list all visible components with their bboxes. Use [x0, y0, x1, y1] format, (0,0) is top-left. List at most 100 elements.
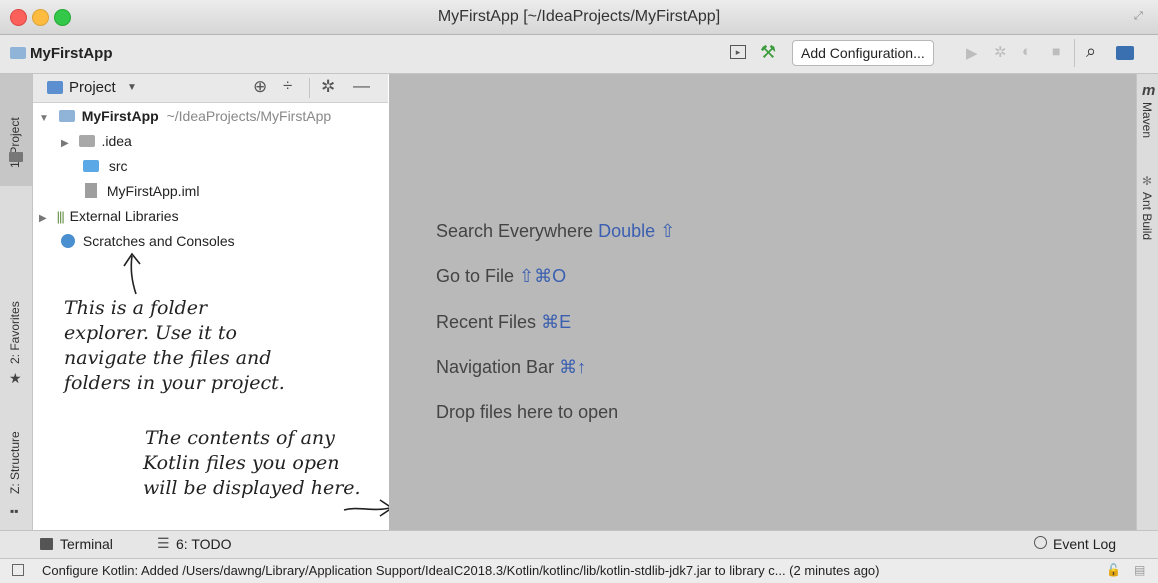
- annotation-line: This is a folder: [64, 297, 208, 319]
- folder-icon: [9, 152, 23, 162]
- annotation-line: The contents of any: [145, 427, 335, 449]
- todo-icon: ☰: [157, 535, 170, 551]
- module-folder-icon: [58, 110, 75, 122]
- annotation-line: Kotlin files you open: [143, 452, 340, 474]
- tip-label: Drop files here to open: [436, 402, 619, 422]
- collapsed-arrow-icon[interactable]: ▶: [61, 138, 69, 149]
- annotation-arrow-up: [123, 252, 141, 295]
- event-log-icon: [1034, 536, 1047, 549]
- debug-icon[interactable]: ✲: [994, 43, 1007, 61]
- tip-label: Recent Files: [436, 312, 537, 332]
- tip-shortcut: ⇧⌘O: [519, 266, 567, 286]
- bottom-tool-bar: Terminal ☰ 6: TODO Event Log: [0, 530, 1158, 559]
- expand-arrow-icon[interactable]: ▼: [39, 113, 49, 124]
- annotation-kotlin-files: The contents of any Kotlin files you ope…: [143, 426, 361, 501]
- project-folder-icon: [10, 47, 26, 59]
- stop-icon[interactable]: ■: [1052, 43, 1060, 59]
- tree-row-idea[interactable]: ▶ .idea: [61, 133, 132, 149]
- idea-folder: .idea: [101, 133, 132, 149]
- root-name: MyFirstApp: [81, 108, 159, 124]
- tip-label: Navigation Bar: [436, 357, 555, 377]
- star-icon: ★: [9, 370, 22, 386]
- tip-go-to-file: Go to File ⇧⌘O: [436, 266, 566, 287]
- collapse-all-icon[interactable]: ÷: [283, 76, 292, 96]
- annotation-folder-explorer: This is a folder explorer. Use it to nav…: [64, 296, 285, 396]
- annotation-arrow-right: [343, 499, 394, 517]
- tab-ant-build-label: Ant Build: [1140, 192, 1154, 241]
- tab-todo[interactable]: 6: TODO: [176, 536, 232, 552]
- project-panel-header: Project ▼ ⊕ ÷ ✲ —: [33, 74, 388, 103]
- gear-icon[interactable]: ✲: [321, 77, 335, 97]
- scratches-and-consoles: Scratches and Consoles: [82, 233, 235, 249]
- collapsed-arrow-icon[interactable]: ▶: [39, 213, 47, 224]
- search-icon[interactable]: ⌕: [1086, 41, 1096, 62]
- project-view-icon: [47, 81, 63, 94]
- annotation-line: will be displayed here.: [143, 477, 361, 499]
- tree-row-iml[interactable]: MyFirstApp.iml: [85, 183, 199, 199]
- run-icon[interactable]: ▶: [966, 44, 978, 62]
- tip-shortcut: Double ⇧: [598, 221, 676, 241]
- iml-file-icon: [85, 183, 97, 198]
- tree-row-scratches[interactable]: Scratches and Consoles: [61, 233, 235, 249]
- add-configuration-button[interactable]: Add Configuration...: [792, 40, 934, 66]
- tip-search-everywhere: Search Everywhere Double ⇧: [436, 221, 675, 242]
- tab-maven[interactable]: m Maven: [1137, 74, 1158, 164]
- tree-row-root[interactable]: ▼ MyFirstApp ~/IdeaProjects/MyFirstApp: [39, 108, 331, 124]
- tab-structure-label: Z: Structure: [8, 431, 22, 494]
- tab-structure[interactable]: Z: Structure ▪▪: [0, 404, 32, 524]
- tip-label: Search Everywhere: [436, 221, 594, 241]
- external-libraries: External Libraries: [69, 208, 179, 224]
- build-hammer-icon[interactable]: ⚒: [760, 42, 776, 63]
- coverage-icon[interactable]: ◐: [1022, 43, 1031, 60]
- tab-project[interactable]: 1: Project: [0, 74, 32, 186]
- locate-icon[interactable]: ⊕: [253, 77, 267, 97]
- breadcrumb-project[interactable]: MyFirstApp: [30, 45, 113, 62]
- memory-icon[interactable]: ▤: [1134, 563, 1145, 577]
- root-path: ~/IdeaProjects/MyFirstApp: [166, 108, 332, 124]
- source-folder-icon: [83, 160, 99, 172]
- folder-icon: [78, 135, 95, 147]
- status-bar: Configure Kotlin: Added /Users/dawng/Lib…: [0, 558, 1158, 583]
- project-structure-icon[interactable]: [1116, 46, 1134, 60]
- lock-icon[interactable]: 🔓: [1106, 563, 1121, 577]
- right-tool-strip: m Maven ✻ Ant Build: [1136, 74, 1158, 530]
- scratches-icon: [61, 234, 75, 248]
- window-title: MyFirstApp [~/IdeaProjects/MyFirstApp]: [437, 8, 721, 25]
- tab-terminal[interactable]: Terminal: [60, 536, 113, 552]
- iml-file: MyFirstApp.iml: [106, 183, 200, 199]
- tab-maven-label: Maven: [1140, 102, 1154, 139]
- tab-favorites-label: 2: Favorites: [8, 301, 22, 364]
- toggle-tool-windows-icon[interactable]: [12, 564, 24, 576]
- tip-recent-files: Recent Files ⌘E: [436, 312, 571, 333]
- status-message[interactable]: Configure Kotlin: Added /Users/dawng/Lib…: [42, 563, 879, 578]
- annotation-line: folders in your project.: [64, 372, 285, 394]
- maven-icon: m: [1142, 82, 1156, 99]
- tree-row-src[interactable]: src: [83, 158, 128, 174]
- tab-ant-build[interactable]: ✻ Ant Build: [1137, 170, 1158, 260]
- tab-event-log[interactable]: Event Log: [1053, 536, 1116, 552]
- tab-favorites[interactable]: 2: Favorites ★: [0, 284, 32, 394]
- navigation-bar: MyFirstApp ▸ ⚒ Add Configuration... ▶ ✲ …: [0, 35, 1158, 74]
- src-folder: src: [108, 158, 128, 174]
- tip-shortcut: ⌘E: [541, 312, 572, 332]
- view-selector[interactable]: Project: [69, 79, 116, 96]
- hide-panel-icon[interactable]: —: [353, 76, 370, 96]
- tip-navigation-bar: Navigation Bar ⌘↑: [436, 357, 586, 378]
- fullscreen-icon[interactable]: ⤢: [1134, 10, 1143, 23]
- tip-label: Go to File: [436, 266, 515, 286]
- toolbar-divider: [1074, 39, 1075, 67]
- annotation-line: navigate the files and: [64, 347, 272, 369]
- tip-drop-files: Drop files here to open: [436, 402, 618, 423]
- project-tree: ▼ MyFirstApp ~/IdeaProjects/MyFirstApp ▶…: [33, 102, 388, 262]
- structure-icon: ▪▪: [10, 504, 19, 518]
- header-divider: [309, 78, 310, 98]
- title-bar: MyFirstApp [~/IdeaProjects/MyFirstApp] ⤢: [0, 0, 1158, 35]
- tip-shortcut: ⌘↑: [559, 357, 587, 377]
- tree-row-external-libraries[interactable]: ▶ ||| External Libraries: [39, 208, 179, 224]
- editor-area[interactable]: Search Everywhere Double ⇧ Go to File ⇧⌘…: [389, 74, 1136, 530]
- build-variant-icon[interactable]: ▸: [730, 45, 746, 59]
- left-tool-strip: 1: Project 2: Favorites ★ Z: Structure ▪…: [0, 74, 33, 530]
- chevron-down-icon[interactable]: ▼: [127, 82, 137, 93]
- ant-icon: ✻: [1142, 174, 1153, 188]
- terminal-icon: [40, 538, 53, 550]
